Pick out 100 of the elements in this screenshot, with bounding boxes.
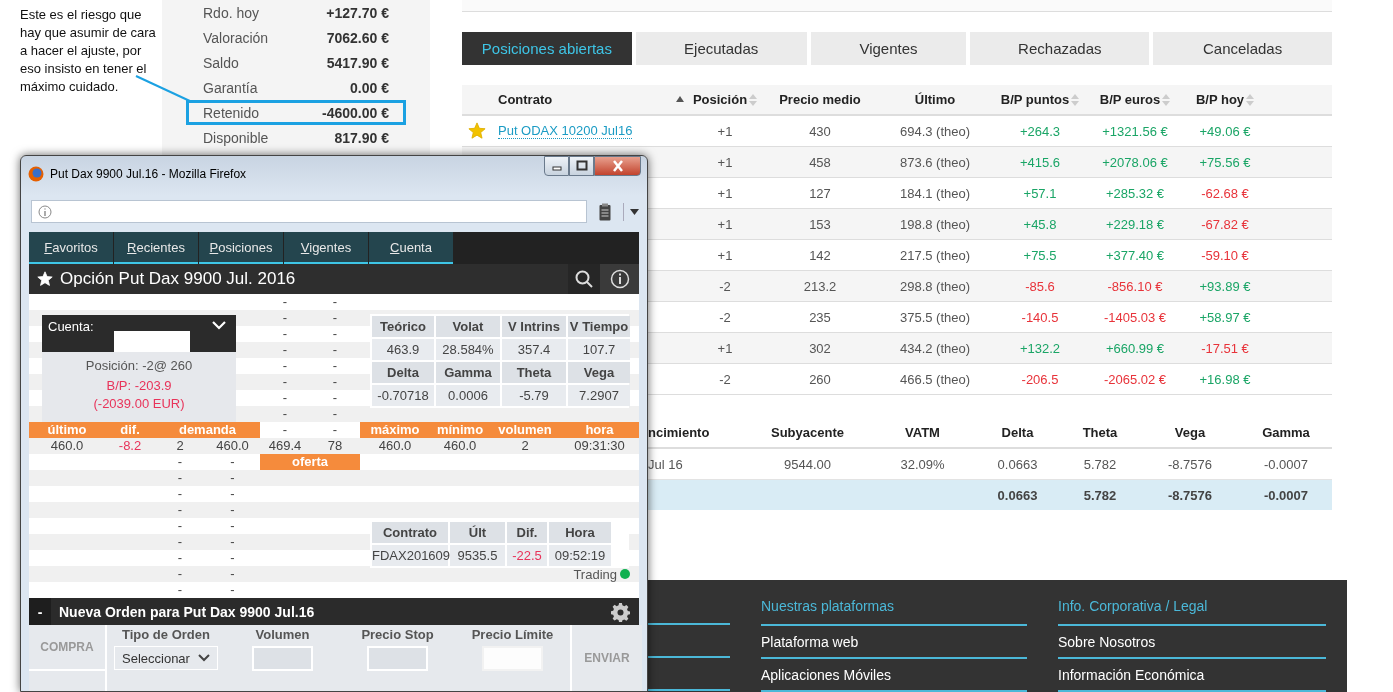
table-cell-text: - [281, 294, 289, 310]
table-cell-text: +2078.06 € [1101, 154, 1169, 170]
table-cell: -22.5 [507, 545, 547, 566]
column-header: Vega [568, 362, 630, 383]
footer-link[interactable]: Plataforma web [761, 626, 1027, 659]
summary-value: 817.90 € [334, 129, 389, 146]
info-button[interactable] [600, 264, 639, 294]
table-cell-text: +75.5 [1022, 247, 1058, 263]
column-header: mínimo [430, 422, 490, 438]
column-header: V Tiempo [568, 316, 630, 337]
nav-tab[interactable]: Vigentes [284, 232, 368, 264]
footer-link[interactable]: Aplicaciones Móviles [761, 659, 1027, 692]
table-cell-text: - [176, 518, 184, 534]
table-cell-text: 153 [808, 216, 832, 232]
table-cell-text: 0.0663 [996, 487, 1039, 503]
column-header[interactable]: Contrato [498, 92, 553, 107]
table-cell-text: +1 [716, 216, 734, 232]
table-cell-text: +57.1 [1022, 185, 1058, 201]
table-cell-text: 694.3 (theo) [898, 123, 972, 139]
table-cell-text: - [229, 502, 236, 518]
field-label: Precio Stop [361, 627, 434, 642]
search-button[interactable] [568, 264, 600, 294]
table-cell-text: +1 [716, 154, 734, 170]
column-header[interactable]: Precio medio [779, 92, 861, 107]
minimize-button[interactable] [544, 156, 569, 176]
table-cell-text: 466.5 (theo) [898, 371, 972, 387]
order-type-select[interactable]: Seleccionar [114, 646, 218, 670]
column-header: Subyacente [770, 424, 845, 440]
field-label: Tipo de Orden [122, 627, 210, 642]
column-header: Contrato [372, 522, 448, 543]
nav-tab[interactable]: Favoritos [29, 232, 113, 264]
table-cell-text: 142 [808, 247, 832, 263]
column-header: Theta [502, 362, 566, 383]
column-header: Delta [1000, 424, 1035, 440]
table-cell-text: - [229, 550, 236, 566]
column-header[interactable]: Último [914, 92, 956, 107]
table-cell: -5.79 [502, 385, 566, 406]
account-label: Cuenta: [48, 319, 94, 334]
tab[interactable]: Rechazadas [970, 32, 1150, 65]
footer-link[interactable]: Información Económica [1058, 659, 1326, 692]
collapse-button[interactable]: - [29, 598, 51, 625]
column-header[interactable]: Posición [692, 92, 748, 107]
table-cell-text: - [176, 582, 184, 598]
table-cell-text: Jul 16 [648, 456, 684, 472]
table-cell-text: -1405.03 € [1102, 309, 1168, 325]
table-cell-text: +93.89 € [1198, 278, 1252, 294]
nav-tab[interactable]: Posiciones [199, 232, 283, 264]
table-cell-text: - [281, 374, 289, 390]
maximize-button[interactable] [569, 156, 594, 176]
table-cell-text: - [281, 422, 289, 438]
settings-icon [611, 601, 631, 622]
address-field[interactable] [31, 200, 587, 223]
table-cell-text: -8.7576 [1166, 456, 1214, 472]
tab[interactable]: Canceladas [1153, 32, 1332, 65]
table-cell-text: - [229, 486, 236, 502]
table-cell-text: 9544.00 [783, 456, 832, 472]
table-cell-text: 260 [808, 371, 832, 387]
table-cell: 107.7 [568, 339, 630, 360]
footer-heading: Info. Corporativa / Legal [1058, 592, 1326, 626]
footer-link[interactable]: Sobre Nosotros [1058, 626, 1326, 659]
table-cell-text: -0.0007 [1262, 456, 1310, 472]
column-header: máximo [360, 422, 430, 438]
table-cell-text: -59.10 € [1200, 247, 1250, 263]
table-cell-text: +16.98 € [1198, 371, 1252, 387]
tab[interactable]: Posiciones abiertas [462, 32, 632, 65]
table-cell: -0.70718 [372, 385, 434, 406]
column-header[interactable]: B/P hoy [1195, 92, 1245, 107]
summary-value: 5417.90 € [326, 54, 389, 71]
status-dot [620, 569, 630, 579]
nav-tab[interactable]: Cuenta [369, 232, 453, 264]
table-cell-text: 198.8 (theo) [898, 216, 972, 232]
column-header: demanda [155, 422, 260, 438]
close-button[interactable] [594, 156, 641, 176]
profit-loss-text: B/P: -203.9 [106, 378, 172, 393]
summary-label: Saldo [203, 54, 239, 71]
table-cell-text: +264.3 [1018, 123, 1062, 139]
table-cell-text: - [176, 454, 184, 470]
table-cell: FDAX201609 [372, 545, 448, 566]
table-cell-text: - [331, 326, 339, 342]
table-cell-text: 302 [808, 340, 832, 356]
dropdown-button[interactable] [623, 202, 639, 221]
window-title: Put Dax 9900 Jul.16 - Mozilla Firefox [50, 166, 248, 181]
column-header: dif. [105, 422, 155, 438]
table-cell-text: 0.0663 [996, 456, 1039, 472]
footer-heading: Nuestras plataformas [761, 592, 1027, 626]
table-cell-text: - [229, 582, 236, 598]
column-header[interactable]: B/P puntos [1000, 92, 1070, 107]
table-cell-text: 298.8 (theo) [898, 278, 972, 294]
tab[interactable]: Vigentes [810, 32, 967, 65]
column-header: Dif. [507, 522, 547, 543]
table-cell-text: - [281, 358, 289, 374]
column-header: ncimiento [648, 424, 711, 440]
tab[interactable]: Ejecutadas [635, 32, 807, 65]
table-cell-text: 127 [808, 185, 832, 201]
column-header: Últ [450, 522, 505, 543]
table-cell-text: - [229, 566, 236, 582]
nav-tab[interactable]: Recientes [114, 232, 198, 264]
table-cell-text: - [229, 454, 236, 470]
column-header[interactable]: B/P euros [1099, 92, 1161, 107]
info-icon [38, 204, 52, 219]
